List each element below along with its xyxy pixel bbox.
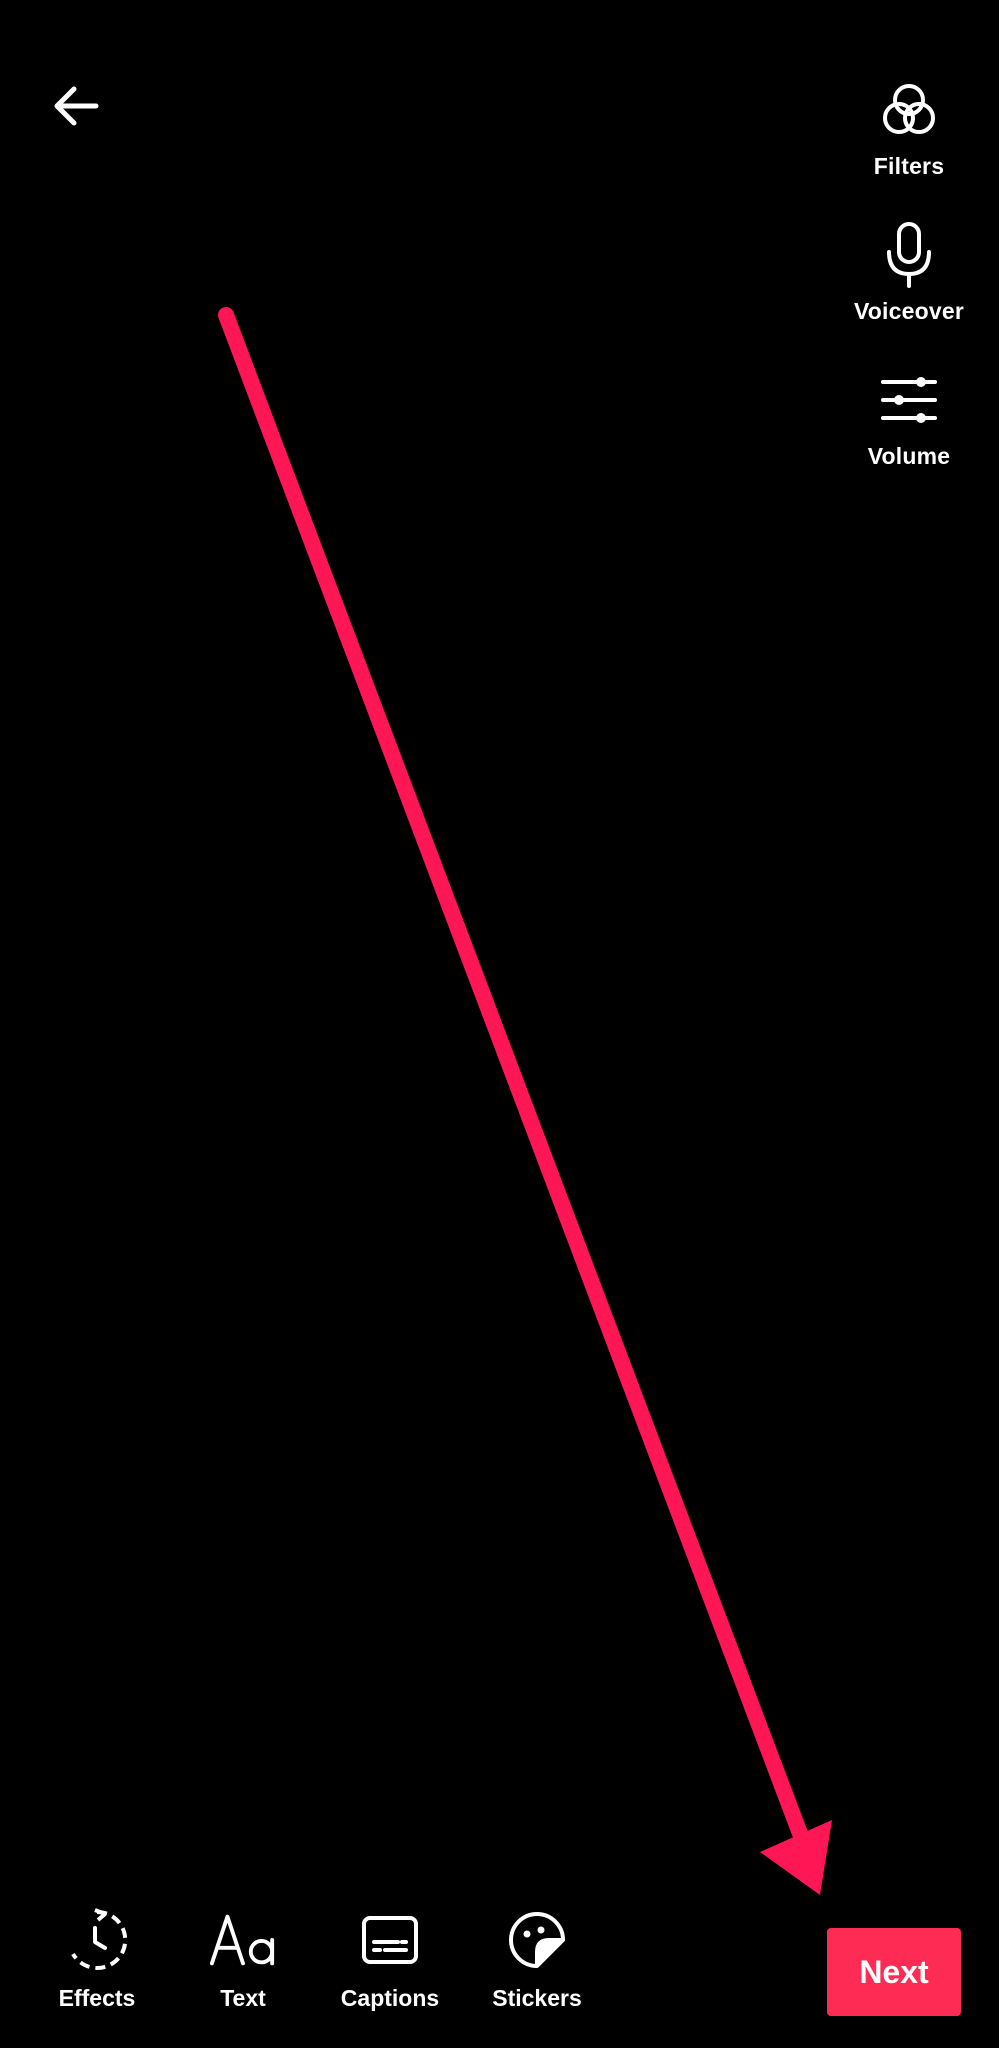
next-button[interactable]: Next xyxy=(827,1928,961,2016)
filters-icon xyxy=(874,75,944,145)
stickers-button[interactable]: Stickers xyxy=(467,1905,607,2012)
voiceover-button[interactable]: Voiceover xyxy=(819,220,999,325)
text-button[interactable]: Text xyxy=(173,1905,313,2012)
video-editor-screen: Filters Voiceover Volume Effects Text Ca… xyxy=(0,0,999,2048)
filters-button[interactable]: Filters xyxy=(819,75,999,180)
sliders-icon xyxy=(874,365,944,435)
stickers-label: Stickers xyxy=(492,1985,582,2011)
filters-label: Filters xyxy=(873,153,945,179)
captions-icon xyxy=(355,1905,425,1975)
stickers-icon xyxy=(502,1905,572,1975)
volume-button[interactable]: Volume xyxy=(819,365,999,470)
effects-button[interactable]: Effects xyxy=(27,1905,167,2012)
effects-icon xyxy=(62,1905,132,1975)
effects-label: Effects xyxy=(58,1985,136,2011)
captions-button[interactable]: Captions xyxy=(320,1905,460,2012)
captions-label: Captions xyxy=(340,1985,440,2011)
text-icon xyxy=(208,1905,278,1975)
microphone-icon xyxy=(874,220,944,290)
text-label: Text xyxy=(220,1985,266,2011)
back-button[interactable] xyxy=(40,70,112,142)
right-toolbar: Filters Voiceover Volume xyxy=(819,75,999,470)
volume-label: Volume xyxy=(867,443,951,469)
voiceover-label: Voiceover xyxy=(853,298,965,324)
arrow-left-icon xyxy=(54,86,99,126)
